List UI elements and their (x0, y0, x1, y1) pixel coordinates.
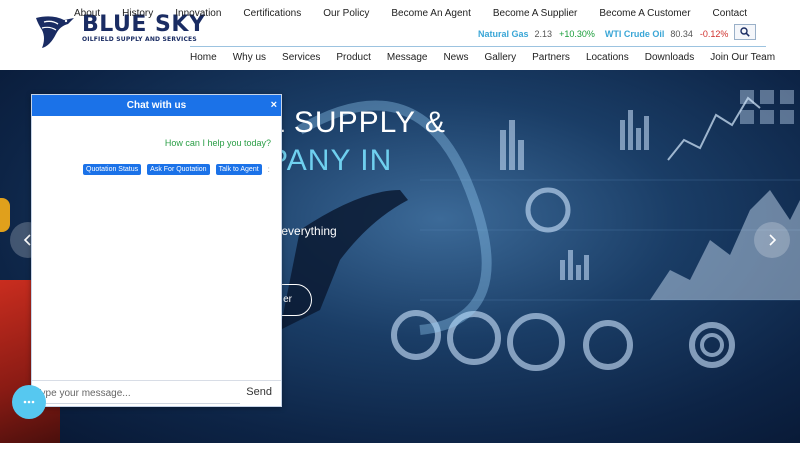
hero-title-line2: PANY IN (268, 144, 393, 177)
topnav-contact[interactable]: Contact (702, 8, 758, 19)
topnav-innovation[interactable]: Innovation (164, 8, 232, 19)
site-header: BLUE SKY OILFIELD SUPPLY AND SERVICES Ab… (0, 0, 800, 70)
commodity-ticker: Natural Gas 2.13 +10.30% WTI Crude Oil 8… (478, 29, 728, 39)
chat-title: Chat with us (126, 100, 187, 111)
quick-reply-chips: Quotation Status Ask For Quotation Talk … (83, 164, 270, 175)
ticker-change: -0.12% (699, 29, 729, 39)
chat-header: Chat with us × (32, 95, 281, 116)
chat-compose-bar: Send (32, 380, 281, 406)
chat-greeting-message: How can I help you today? (164, 138, 271, 148)
quick-reply-talk-to-agent[interactable]: Talk to Agent (215, 164, 262, 175)
main-navigation: Home Why us Services Product Message New… (190, 52, 791, 63)
mainnav-gallery[interactable]: Gallery (484, 52, 516, 63)
search-button[interactable] (734, 24, 756, 40)
search-icon (740, 27, 750, 37)
topnav-become-agent[interactable]: Become An Agent (380, 8, 482, 19)
page-bottom-strip (0, 443, 800, 450)
nav-divider (190, 46, 766, 47)
topnav-certifications[interactable]: Certifications (232, 8, 312, 19)
mainnav-locations[interactable]: Locations (586, 52, 629, 63)
topnav-our-policy[interactable]: Our Policy (312, 8, 380, 19)
hard-hat-graphic (0, 198, 10, 232)
ticker-name: WTI Crude Oil (604, 29, 665, 39)
ticker-price: 80.34 (670, 29, 693, 39)
mainnav-services[interactable]: Services (282, 52, 320, 63)
chat-launcher-button[interactable] (12, 385, 46, 419)
mainnav-product[interactable]: Product (336, 52, 370, 63)
chevron-right-icon (769, 234, 777, 246)
mainnav-why-us[interactable]: Why us (233, 52, 266, 63)
hero-title-line1: L SUPPLY & (268, 106, 446, 139)
slider-next-button[interactable] (754, 222, 790, 258)
topnav-history[interactable]: History (111, 8, 164, 19)
page: L SUPPLY & PANY IN ild everything er BLU… (0, 0, 800, 450)
mainnav-news[interactable]: News (443, 52, 468, 63)
chat-close-button[interactable]: × (271, 95, 277, 116)
brand-tagline: OILFIELD SUPPLY AND SERVICES (82, 36, 197, 43)
topnav-about[interactable]: About (63, 8, 111, 19)
ticker-name: Natural Gas (478, 29, 529, 39)
quick-reply-ask-for-quotation[interactable]: Ask For Quotation (147, 164, 210, 175)
mainnav-home[interactable]: Home (190, 52, 217, 63)
chat-message-input[interactable] (35, 384, 240, 404)
mainnav-message[interactable]: Message (387, 52, 428, 63)
ticker-price: 2.13 (534, 29, 553, 39)
topnav-become-customer[interactable]: Become A Customer (588, 8, 701, 19)
top-navigation: About History Innovation Certifications … (63, 8, 758, 19)
ticker-change: +10.30% (559, 29, 595, 39)
mainnav-join-our-team[interactable]: Join Our Team (710, 52, 775, 63)
chat-send-button[interactable]: Send (246, 386, 272, 398)
more-options-icon[interactable]: : (268, 165, 270, 174)
chat-bubble-icon (23, 400, 35, 404)
mainnav-partners[interactable]: Partners (532, 52, 570, 63)
topnav-become-supplier[interactable]: Become A Supplier (482, 8, 589, 19)
chat-widget: Chat with us × How can I help you today?… (31, 94, 282, 407)
quick-reply-quotation-status[interactable]: Quotation Status (83, 164, 142, 175)
mainnav-downloads[interactable]: Downloads (645, 52, 694, 63)
